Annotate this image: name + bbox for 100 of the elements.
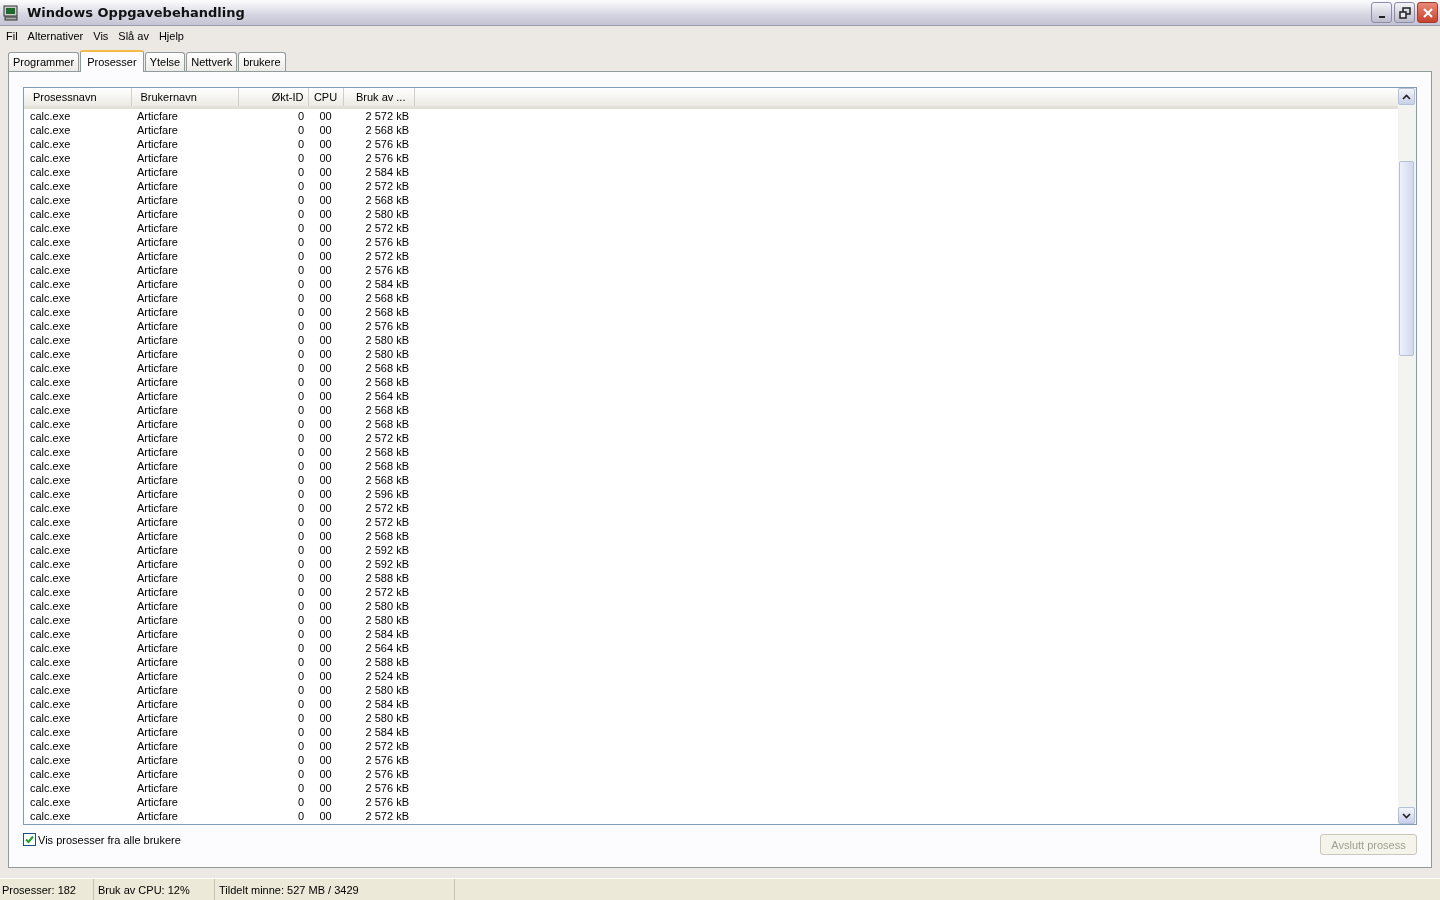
table-cell-text: calc.exe <box>29 556 72 571</box>
checkbox[interactable] <box>23 833 36 846</box>
table-cell-text: 0 <box>296 654 305 669</box>
table-cell-text: Articfare <box>136 192 179 207</box>
table-cell-text: 0 <box>296 668 305 683</box>
column-header[interactable]: Brukernavn <box>131 88 238 107</box>
table-cell-text: Articfare <box>136 668 179 683</box>
tab[interactable]: brukere <box>238 52 286 71</box>
column-header[interactable]: Prosessnavn <box>24 88 131 107</box>
table-cell-text: 2 580 kB <box>364 612 410 627</box>
scroll-up-button[interactable] <box>1398 88 1415 105</box>
minimize-button[interactable] <box>1371 2 1392 23</box>
table-cell-text: 2 580 kB <box>364 332 410 347</box>
table-cell-text: 00 <box>318 570 333 585</box>
table-cell-text: 0 <box>296 178 305 193</box>
table-cell-text: 0 <box>296 738 305 753</box>
tab[interactable]: Programmer <box>8 52 80 71</box>
table-cell-text: Articfare <box>136 178 179 193</box>
scroll-thumb[interactable] <box>1399 161 1414 356</box>
table-cell-text: 0 <box>296 696 305 711</box>
table-cell-text: 2 568 kB <box>364 304 410 319</box>
table-cell-text: 2 576 kB <box>364 234 410 249</box>
table-cell-text: 2 572 kB <box>364 738 410 753</box>
table-cell-text: calc.exe <box>29 668 72 683</box>
table-cell-text: 2 584 kB <box>364 724 410 739</box>
table-cell-text: 2 568 kB <box>364 192 410 207</box>
table-cell-text: calc.exe <box>29 248 72 263</box>
menu-item[interactable]: Hjelp <box>153 29 189 42</box>
checkbox-label[interactable]: Vis prosesser fra alle brukere <box>38 833 181 846</box>
table-cell-text: 00 <box>318 248 333 263</box>
table-cell-text: Articfare <box>136 654 179 669</box>
table-cell-text: Articfare <box>136 780 179 795</box>
table-cell-text: calc.exe <box>29 682 72 697</box>
table-cell-text: 00 <box>318 122 333 137</box>
table-cell-text: 0 <box>296 514 305 529</box>
table-cell-text: 2 568 kB <box>364 528 410 543</box>
table-cell-text: 00 <box>318 318 333 333</box>
column-header[interactable]: Økt-ID <box>238 88 308 107</box>
table-cell-text: 2 580 kB <box>364 206 410 221</box>
table-cell-text: 00 <box>318 626 333 641</box>
table-cell-text: Articfare <box>136 626 179 641</box>
table-cell-text: calc.exe <box>29 514 72 529</box>
table-cell-text: Articfare <box>136 136 179 151</box>
table-cell-text: 00 <box>318 542 333 557</box>
table-cell-text: 0 <box>296 752 305 767</box>
table-cell-text: Articfare <box>136 514 179 529</box>
table-cell-text: calc.exe <box>29 374 72 389</box>
menu-item[interactable]: Fil <box>1 29 23 42</box>
table-cell-text: 00 <box>318 612 333 627</box>
table-cell-text: Articfare <box>136 262 179 277</box>
table-cell-text: Articfare <box>136 472 179 487</box>
table-cell-text: calc.exe <box>29 626 72 641</box>
table-cell-text: calc.exe <box>29 808 72 823</box>
table-cell-text: calc.exe <box>29 710 72 725</box>
table-cell-text: 2 588 kB <box>364 654 410 669</box>
table-cell-text: 0 <box>296 710 305 725</box>
table-cell-text: Articfare <box>136 528 179 543</box>
table-cell-text: 00 <box>318 486 333 501</box>
scroll-down-button[interactable] <box>1398 807 1415 824</box>
table-cell-text: calc.exe <box>29 738 72 753</box>
table-cell-text: 2 576 kB <box>364 794 410 809</box>
table-cell-text: 00 <box>318 668 333 683</box>
table-cell-text: 00 <box>318 304 333 319</box>
table-cell-text: calc.exe <box>29 500 72 515</box>
table-cell-text: 2 576 kB <box>364 136 410 151</box>
tab[interactable]: Prosesser <box>80 50 144 72</box>
table-cell-text: calc.exe <box>29 528 72 543</box>
table-cell-text: 00 <box>318 472 333 487</box>
table-cell-text: 0 <box>296 220 305 235</box>
table-cell-text: 00 <box>318 402 333 417</box>
table-cell-text: calc.exe <box>29 794 72 809</box>
scrollbar[interactable] <box>1398 88 1416 824</box>
table-cell-text: 00 <box>318 136 333 151</box>
table-cell-text: Articfare <box>136 808 179 823</box>
close-button[interactable] <box>1417 2 1438 23</box>
table-cell-text: calc.exe <box>29 486 72 501</box>
column-header[interactable]: Bruk av ... <box>343 88 414 107</box>
table-cell-text: Articfare <box>136 122 179 137</box>
table-cell-text: calc.exe <box>29 766 72 781</box>
table-cell-text: 2 572 kB <box>364 178 410 193</box>
table-cell-text: 0 <box>296 808 305 823</box>
tab[interactable]: Ytelse <box>144 52 186 71</box>
table-cell-text: 0 <box>296 150 305 165</box>
column-header[interactable]: CPU <box>308 88 343 107</box>
table-cell-text: calc.exe <box>29 122 72 137</box>
table-cell: 0 <box>238 107 308 123</box>
table-cell-text: 2 564 kB <box>364 640 410 655</box>
table-cell-text: Articfare <box>136 682 179 697</box>
menu-item[interactable]: Vis <box>88 29 114 42</box>
tab[interactable]: Nettverk <box>186 52 238 71</box>
table-cell-text: 00 <box>318 710 333 725</box>
table-cell-text: 0 <box>296 346 305 361</box>
table-cell-text: 00 <box>318 150 333 165</box>
menu-item[interactable]: Slå av <box>113 29 154 42</box>
table-cell-text: 2 596 kB <box>364 486 410 501</box>
menu-item[interactable]: Alternativer <box>22 29 89 42</box>
table-cell-text: Articfare <box>136 290 179 305</box>
table-cell-text: 2 568 kB <box>364 122 410 137</box>
restore-button[interactable] <box>1394 2 1415 23</box>
table-cell-text: 0 <box>296 360 305 375</box>
